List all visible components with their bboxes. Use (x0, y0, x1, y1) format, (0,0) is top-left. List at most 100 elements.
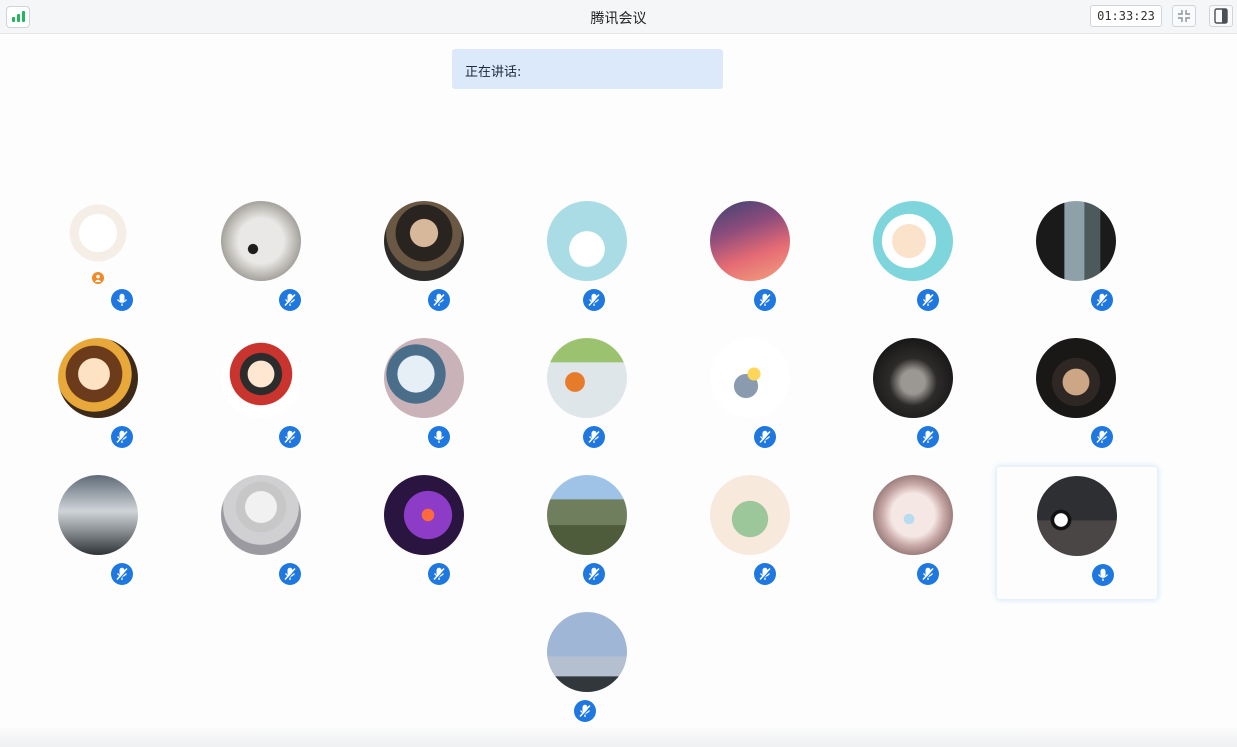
participant-avatar[interactable] (384, 475, 464, 555)
microphone-status-button[interactable] (428, 426, 450, 448)
microphone-icon (116, 567, 128, 581)
participant-avatar[interactable] (221, 338, 301, 418)
participant-tile[interactable] (18, 466, 178, 598)
microphone-status-button[interactable] (754, 289, 776, 311)
participant-tile[interactable] (181, 192, 341, 324)
microphone-status-button[interactable] (1091, 289, 1113, 311)
speaking-indicator: 正在讲话: (452, 49, 723, 89)
meeting-window: 腾讯会议 01:33:23 正在讲话: (0, 0, 1237, 747)
microphone-status-button[interactable] (754, 426, 776, 448)
participant-tile[interactable] (181, 329, 341, 461)
participant-avatar[interactable] (1036, 338, 1116, 418)
microphone-icon (433, 567, 445, 581)
participant-tile[interactable] (181, 466, 341, 598)
participant-tile[interactable] (996, 466, 1158, 600)
participant-tile[interactable] (344, 329, 504, 461)
microphone-icon (1096, 293, 1108, 307)
participant-avatar[interactable] (710, 338, 790, 418)
microphone-status-button[interactable] (111, 289, 133, 311)
participant-avatar[interactable] (710, 475, 790, 555)
participant-avatar[interactable] (547, 612, 627, 692)
microphone-status-button[interactable] (583, 289, 605, 311)
participant-tile[interactable] (833, 466, 993, 598)
microphone-icon (1097, 568, 1109, 581)
microphone-status-button[interactable] (428, 563, 450, 585)
microphone-icon (1096, 430, 1108, 444)
microphone-icon (588, 430, 600, 444)
microphone-icon (588, 293, 600, 307)
participant-tile[interactable] (833, 192, 993, 324)
participant-tile[interactable] (833, 329, 993, 461)
side-panel-icon (1214, 8, 1228, 24)
microphone-icon (579, 704, 591, 718)
participant-avatar[interactable] (58, 338, 138, 418)
microphone-status-button[interactable] (917, 289, 939, 311)
microphone-icon (759, 293, 771, 307)
meeting-timer: 01:33:23 (1090, 5, 1162, 27)
microphone-status-button[interactable] (917, 426, 939, 448)
host-badge-icon (90, 270, 106, 286)
microphone-icon (284, 293, 296, 307)
microphone-icon (759, 567, 771, 581)
participant-tile[interactable] (996, 329, 1156, 461)
participant-avatar[interactable] (547, 201, 627, 281)
microphone-icon (922, 430, 934, 444)
microphone-icon (588, 567, 600, 581)
microphone-icon (284, 430, 296, 444)
microphone-status-button[interactable] (1091, 426, 1113, 448)
participant-tile[interactable] (507, 603, 667, 735)
microphone-icon (116, 430, 128, 444)
participant-tile[interactable] (18, 192, 178, 324)
participant-tile[interactable] (344, 466, 504, 598)
participant-avatar[interactable] (710, 201, 790, 281)
microphone-icon (433, 293, 445, 307)
title-bar: 腾讯会议 01:33:23 (0, 0, 1237, 34)
participant-tile[interactable] (344, 192, 504, 324)
microphone-status-button[interactable] (574, 700, 596, 722)
microphone-icon (116, 293, 128, 306)
participant-avatar[interactable] (873, 338, 953, 418)
microphone-icon (759, 430, 771, 444)
microphone-status-button[interactable] (917, 563, 939, 585)
participant-avatar[interactable] (1036, 201, 1116, 281)
participant-tile[interactable] (996, 192, 1156, 324)
microphone-status-button[interactable] (428, 289, 450, 311)
microphone-status-button[interactable] (279, 563, 301, 585)
microphone-status-button[interactable] (111, 563, 133, 585)
microphone-icon (922, 567, 934, 581)
participant-avatar[interactable] (58, 475, 138, 555)
participant-tile[interactable] (670, 466, 830, 598)
exit-fullscreen-button[interactable] (1172, 5, 1196, 27)
microphone-icon (922, 293, 934, 307)
bottom-toolbar-edge (0, 728, 1237, 747)
exit-fullscreen-icon (1178, 10, 1190, 22)
microphone-icon (284, 567, 296, 581)
microphone-status-button[interactable] (279, 289, 301, 311)
participant-avatar[interactable] (547, 338, 627, 418)
participant-tile[interactable] (507, 329, 667, 461)
participant-tile[interactable] (507, 466, 667, 598)
participant-avatar[interactable] (221, 201, 301, 281)
participant-avatar[interactable] (384, 201, 464, 281)
microphone-status-button[interactable] (583, 426, 605, 448)
participant-tile[interactable] (670, 192, 830, 324)
microphone-status-button[interactable] (1092, 564, 1114, 586)
participant-avatar[interactable] (547, 475, 627, 555)
participant-avatar[interactable] (221, 475, 301, 555)
participant-avatar[interactable] (873, 201, 953, 281)
participant-tile[interactable] (670, 329, 830, 461)
microphone-status-button[interactable] (111, 426, 133, 448)
microphone-status-button[interactable] (754, 563, 776, 585)
microphone-status-button[interactable] (279, 426, 301, 448)
participant-avatar[interactable] (873, 475, 953, 555)
speaking-label: 正在讲话: (465, 65, 522, 80)
participant-tile[interactable] (507, 192, 667, 324)
side-panel-button[interactable] (1209, 5, 1233, 27)
participant-tile[interactable] (18, 329, 178, 461)
app-title: 腾讯会议 (590, 11, 647, 27)
participant-avatar[interactable] (384, 338, 464, 418)
microphone-status-button[interactable] (583, 563, 605, 585)
microphone-icon (433, 430, 445, 443)
participant-avatar[interactable] (1037, 476, 1117, 556)
participant-avatar[interactable] (58, 201, 138, 281)
